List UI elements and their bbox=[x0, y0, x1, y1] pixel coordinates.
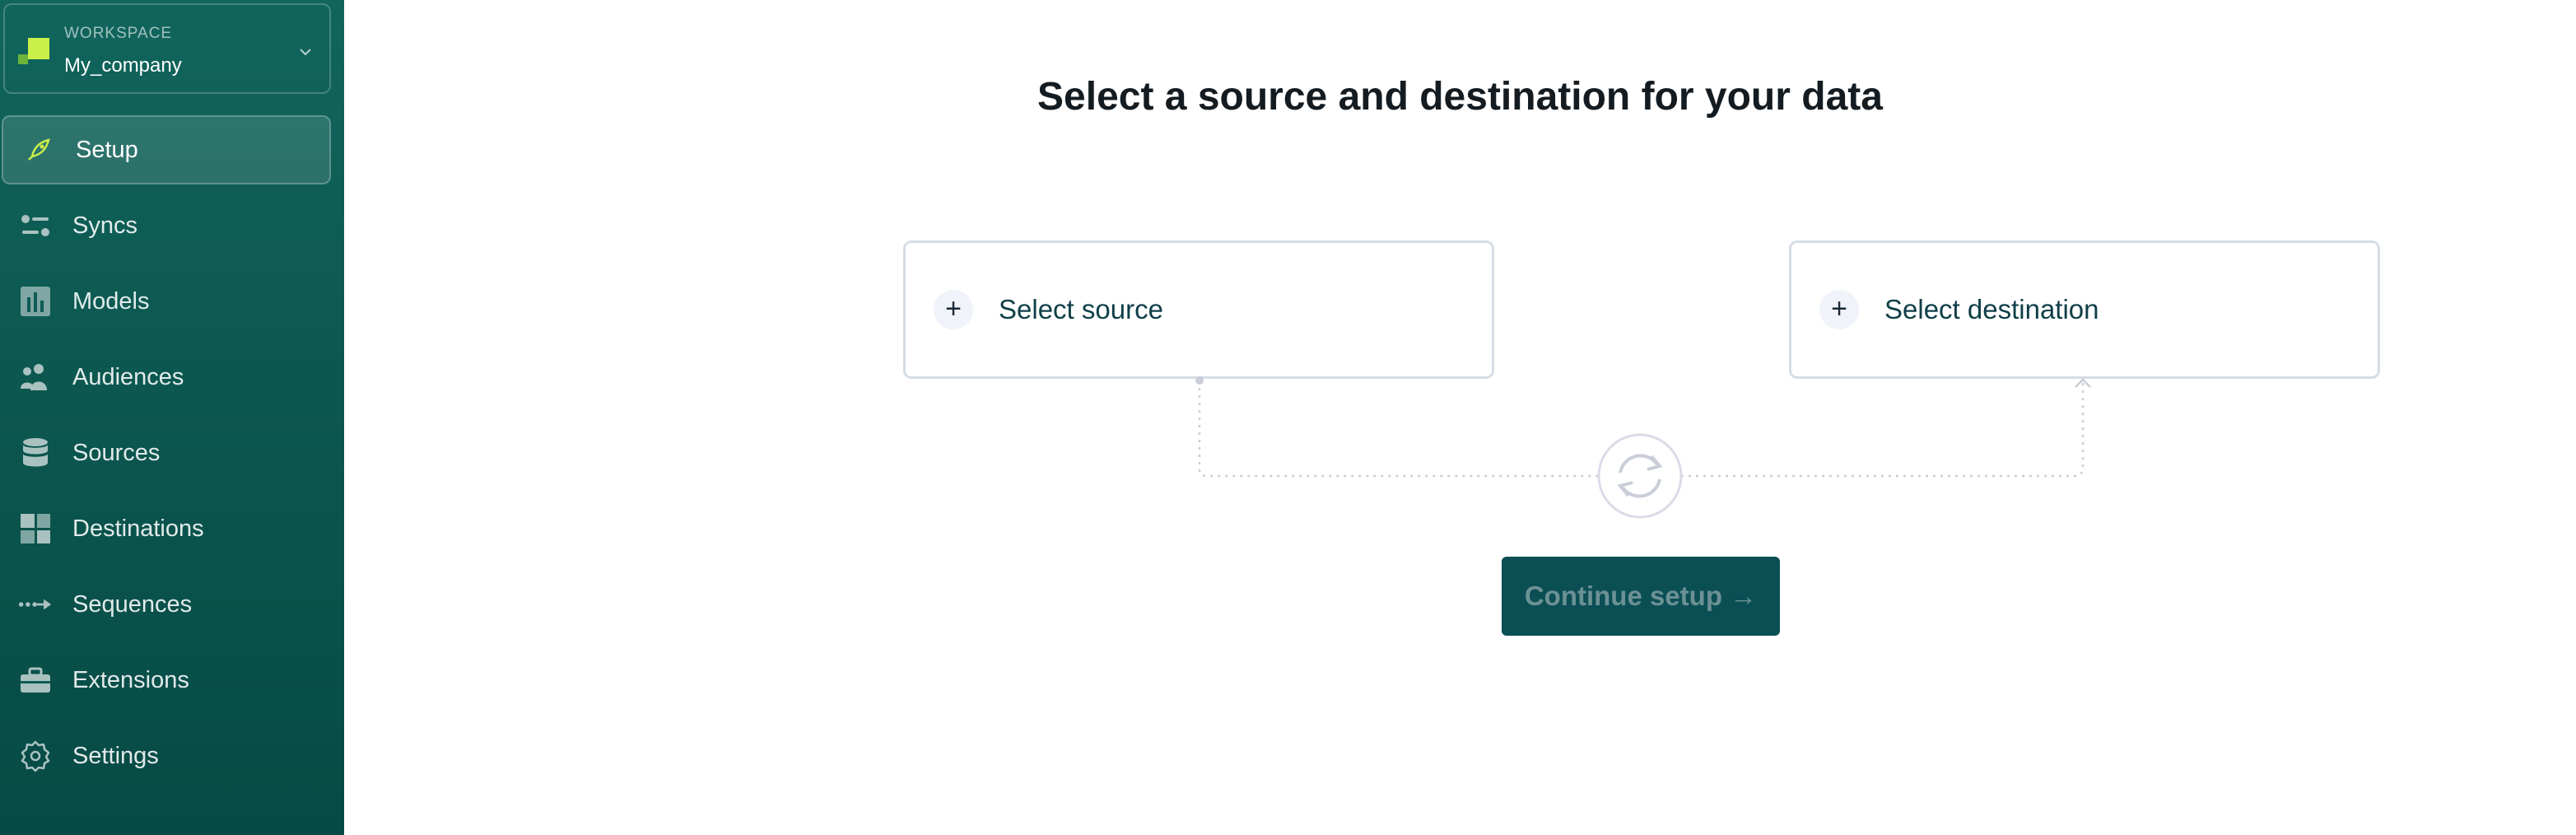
plus-icon: + bbox=[934, 290, 973, 329]
sidebar-item-sources[interactable]: Sources bbox=[0, 418, 331, 487]
sliders-icon bbox=[18, 208, 53, 243]
sidebar-item-setup[interactable]: Setup bbox=[2, 115, 331, 184]
sidebar-item-label: Syncs bbox=[72, 212, 137, 239]
flow-connector bbox=[1195, 376, 2091, 519]
database-icon bbox=[18, 436, 53, 470]
sequence-arrow-icon bbox=[18, 587, 53, 622]
sidebar-item-label: Extensions bbox=[72, 666, 189, 693]
continue-setup-button[interactable]: Continue setup → bbox=[1502, 557, 1780, 636]
workspace-caption: WORKSPACE bbox=[64, 25, 173, 42]
sidebar-item-models[interactable]: Models bbox=[0, 267, 331, 336]
select-source-card[interactable]: + Select source bbox=[903, 240, 1494, 379]
sidebar: WORKSPACE My_company Setup Syncs Models … bbox=[0, 0, 344, 835]
grid-icon bbox=[18, 511, 53, 546]
sidebar-item-destinations[interactable]: Destinations bbox=[0, 494, 331, 563]
select-destination-card[interactable]: + Select destination bbox=[1789, 240, 2380, 379]
rocket-icon bbox=[21, 133, 56, 167]
sidebar-item-settings[interactable]: Settings bbox=[0, 721, 331, 791]
people-icon bbox=[18, 360, 53, 394]
sidebar-item-label: Destinations bbox=[72, 515, 204, 542]
gear-icon bbox=[18, 739, 53, 773]
bar-chart-icon bbox=[18, 284, 53, 319]
sidebar-item-label: Sources bbox=[72, 439, 161, 466]
source-anchor-dot bbox=[1195, 376, 1204, 385]
select-source-label: Select source bbox=[999, 294, 1163, 324]
sidebar-item-syncs[interactable]: Syncs bbox=[0, 191, 331, 260]
sidebar-item-label: Settings bbox=[72, 742, 159, 769]
chevron-down-icon bbox=[300, 49, 311, 56]
sidebar-item-label: Setup bbox=[76, 136, 138, 163]
select-destination-label: Select destination bbox=[1884, 294, 2099, 324]
workspace-switcher[interactable]: WORKSPACE My_company bbox=[3, 3, 331, 94]
workspace-name: My_company bbox=[64, 54, 182, 77]
page-title: Select a source and destination for your… bbox=[1037, 75, 1883, 119]
sidebar-item-sequences[interactable]: Sequences bbox=[0, 570, 331, 639]
plus-icon: + bbox=[1819, 290, 1859, 329]
workspace-logo-icon bbox=[15, 33, 53, 71]
toolbox-icon bbox=[18, 663, 53, 697]
sidebar-item-label: Audiences bbox=[72, 363, 184, 390]
sidebar-item-extensions[interactable]: Extensions bbox=[0, 646, 331, 715]
sidebar-item-label: Models bbox=[72, 287, 150, 315]
sidebar-item-label: Sequences bbox=[72, 590, 193, 618]
sidebar-item-audiences[interactable]: Audiences bbox=[0, 343, 331, 412]
sync-icon bbox=[1597, 433, 1683, 519]
